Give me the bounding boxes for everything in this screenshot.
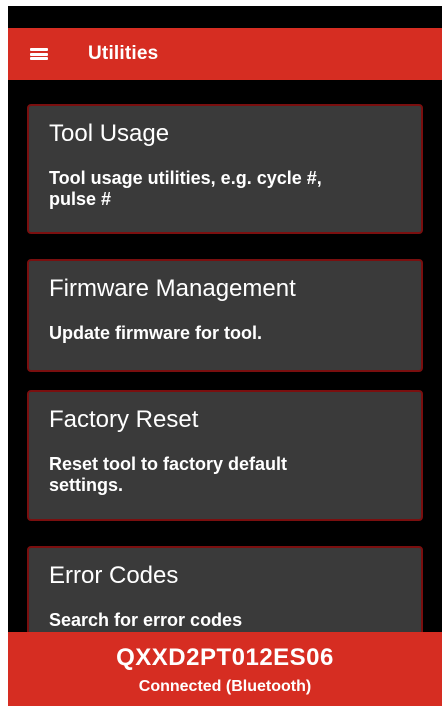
card-title: Factory Reset [49,406,199,433]
card-description: Reset tool to factory default settings. [49,453,288,496]
card-description: Search for error codes [49,609,243,630]
card-description: Update firmware for tool. [49,322,263,343]
hamburger-menu-icon[interactable] [30,45,54,63]
card-factory-reset[interactable]: Factory Reset Reset tool to factory defa… [27,390,423,521]
card-title: Error Codes [49,562,179,589]
app-bar: Utilities [8,28,442,80]
app-screen: Utilities Tool Usage Tool usage utilitie… [8,6,442,706]
card-description: Tool usage utilities, e.g. cycle #, puls… [49,167,322,210]
card-tool-usage[interactable]: Tool Usage Tool usage utilities, e.g. cy… [27,104,423,234]
connection-status-bar[interactable]: QXXD2PT012ES06 Connected (Bluetooth) [8,632,442,706]
utilities-list[interactable]: Tool Usage Tool usage utilities, e.g. cy… [8,80,442,632]
card-error-codes[interactable]: Error Codes Search for error codes [27,546,423,632]
page-title: Utilities [88,43,159,64]
card-firmware-management[interactable]: Firmware Management Update firmware for … [27,259,423,372]
card-title: Tool Usage [49,120,170,147]
card-title: Firmware Management [49,275,296,302]
device-id: QXXD2PT012ES06 [116,644,334,671]
connection-status: Connected (Bluetooth) [138,678,312,695]
